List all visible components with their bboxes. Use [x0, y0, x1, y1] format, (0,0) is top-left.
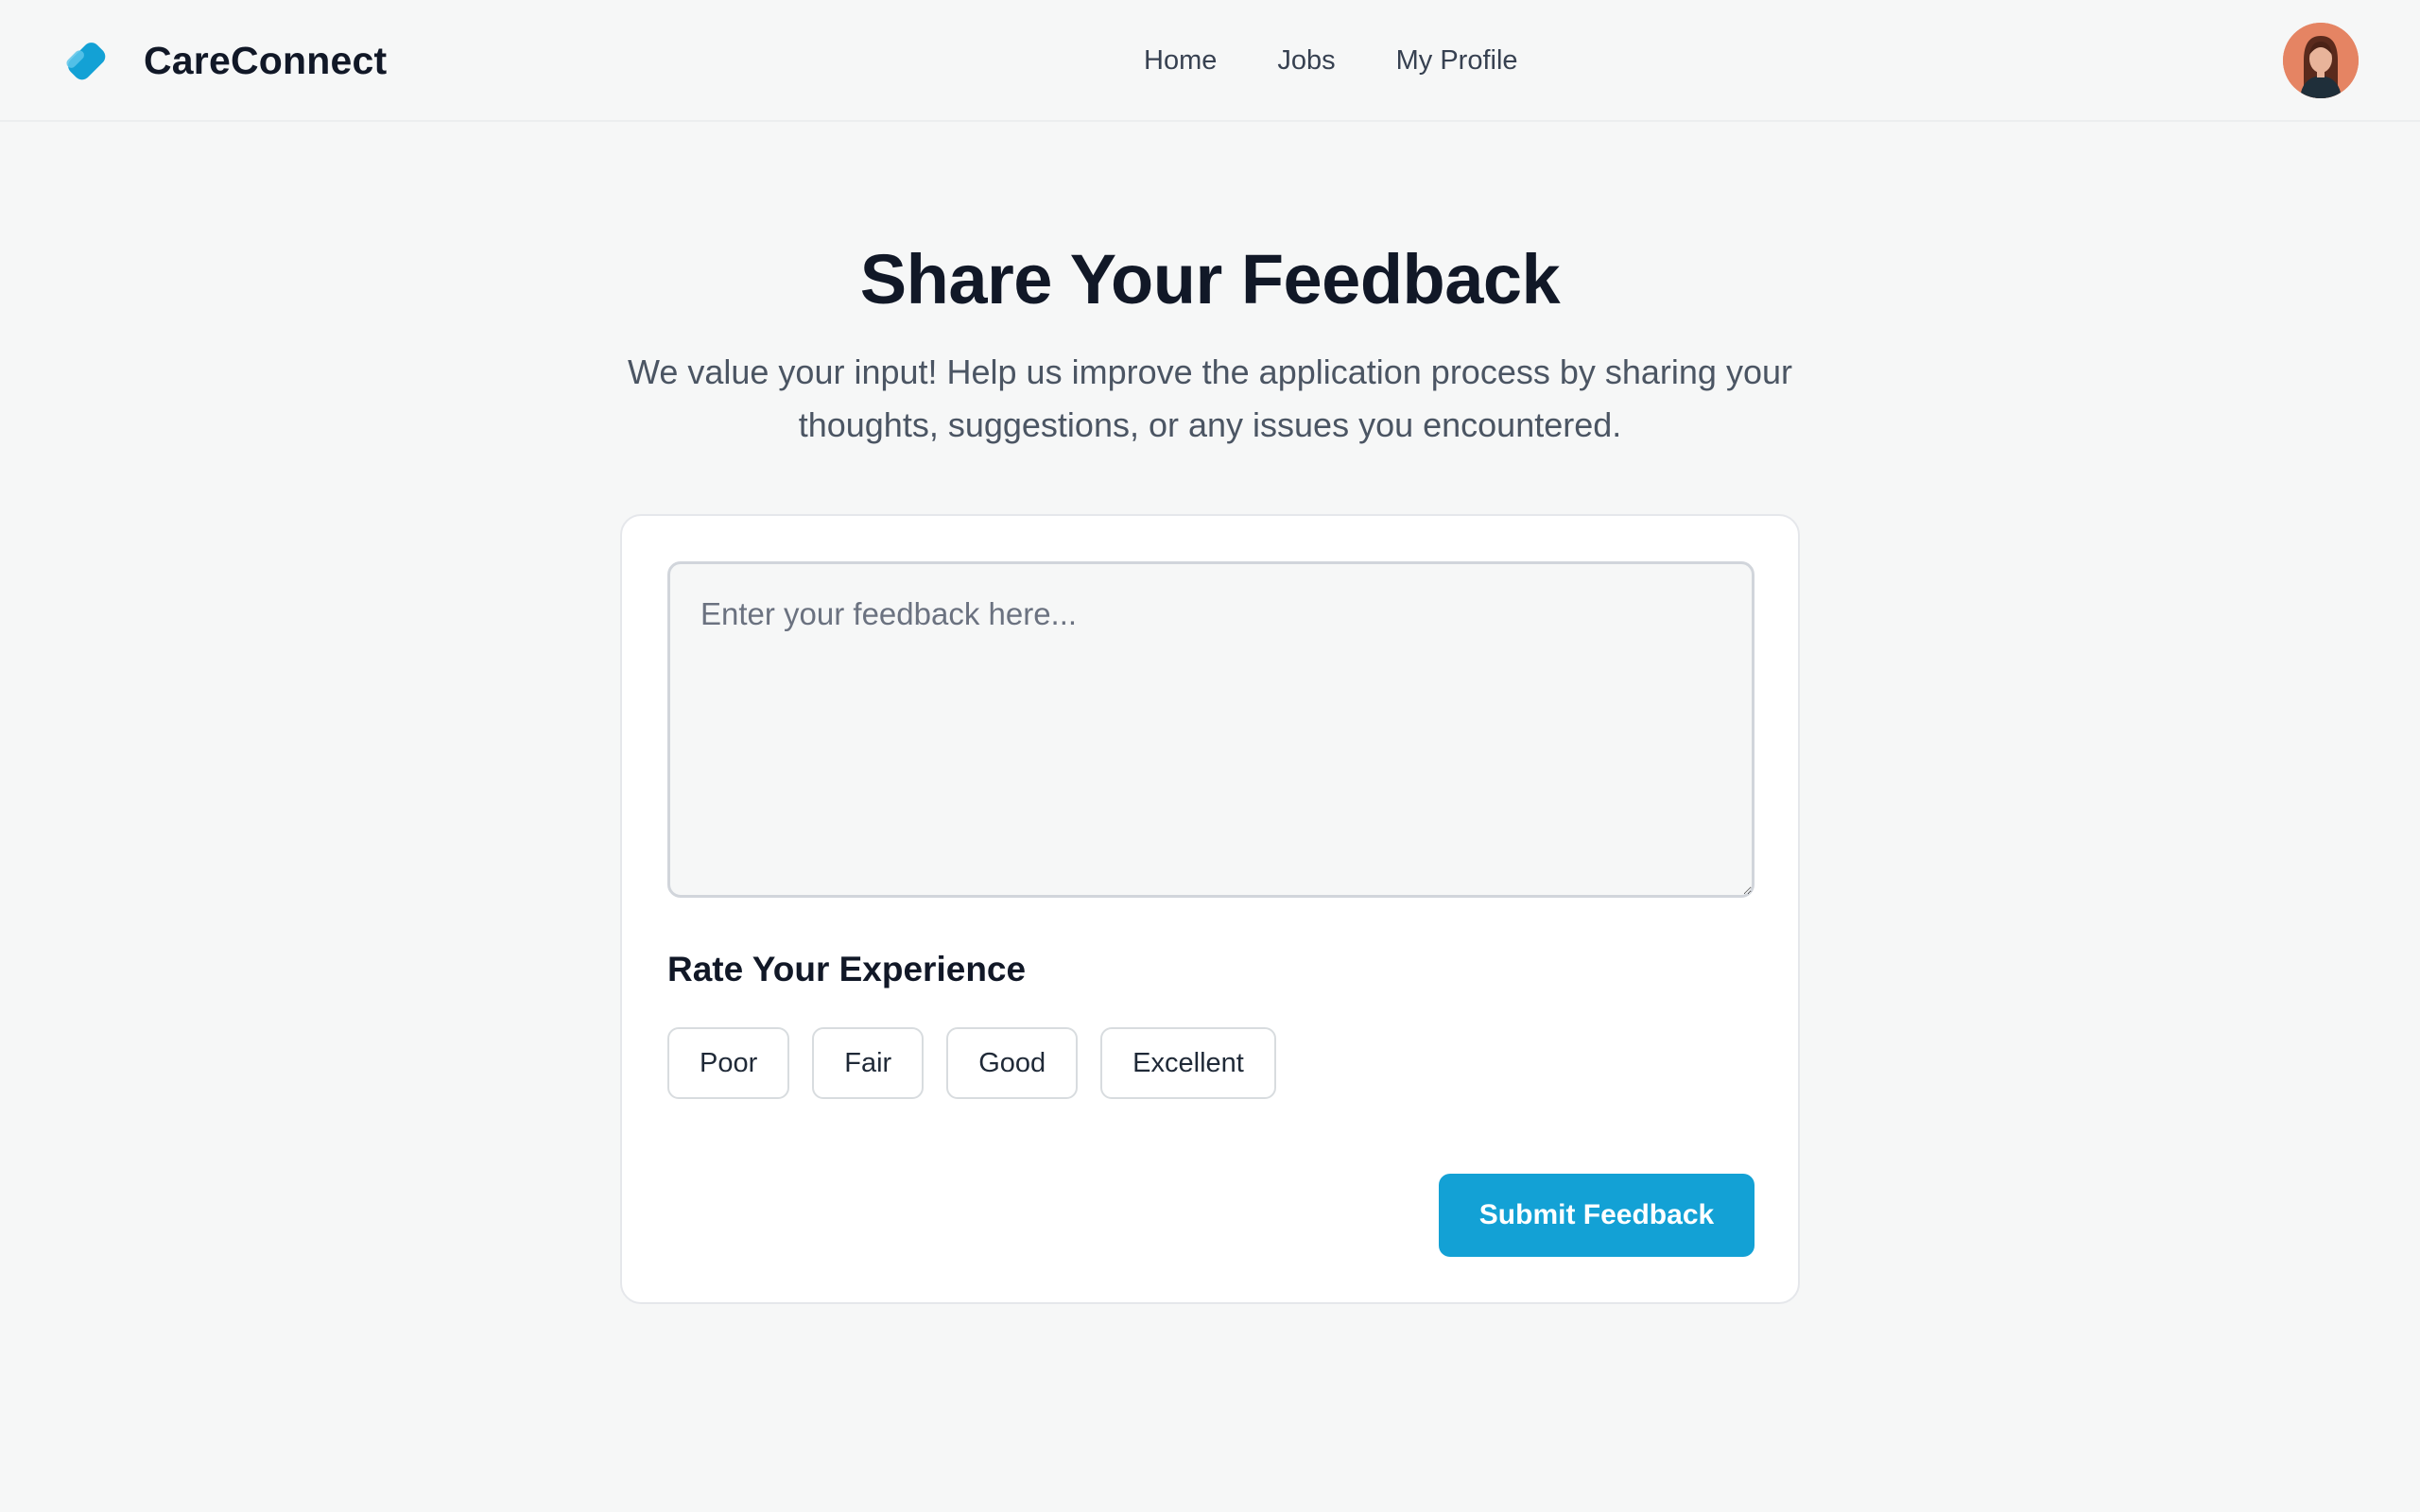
rating-options: Poor Fair Good Excellent: [667, 1027, 1299, 1101]
nav-link-jobs[interactable]: Jobs: [1277, 42, 1335, 79]
nav-link-my-profile[interactable]: My Profile: [1396, 42, 1518, 79]
feedback-card: Rate Your Experience Poor Fair Good Exce…: [620, 514, 1800, 1304]
page-subtitle: We value your input! Help us improve the…: [628, 352, 1792, 444]
brand-name: CareConnect: [144, 38, 388, 82]
avatar-portrait-icon: [2283, 23, 2359, 98]
rate-experience-label: Rate Your Experience: [667, 950, 1027, 988]
rating-excellent-button[interactable]: Excellent: [1100, 1027, 1276, 1099]
tag-icon: [66, 43, 106, 80]
main-nav: Home Jobs My Profile: [1144, 42, 1518, 79]
submit-feedback-button[interactable]: Submit Feedback: [1439, 1174, 1754, 1257]
user-avatar[interactable]: [2283, 23, 2359, 98]
top-navigation-bar: CareConnect Home Jobs My Profile: [0, 0, 2420, 122]
rating-fair-button[interactable]: Fair: [812, 1027, 925, 1099]
nav-link-home[interactable]: Home: [1144, 42, 1217, 79]
brand[interactable]: CareConnect: [60, 34, 387, 87]
feedback-textarea[interactable]: [667, 561, 1754, 898]
rating-poor-button[interactable]: Poor: [667, 1027, 790, 1099]
page-title: Share Your Feedback: [859, 240, 1561, 318]
rating-good-button[interactable]: Good: [946, 1027, 1079, 1099]
